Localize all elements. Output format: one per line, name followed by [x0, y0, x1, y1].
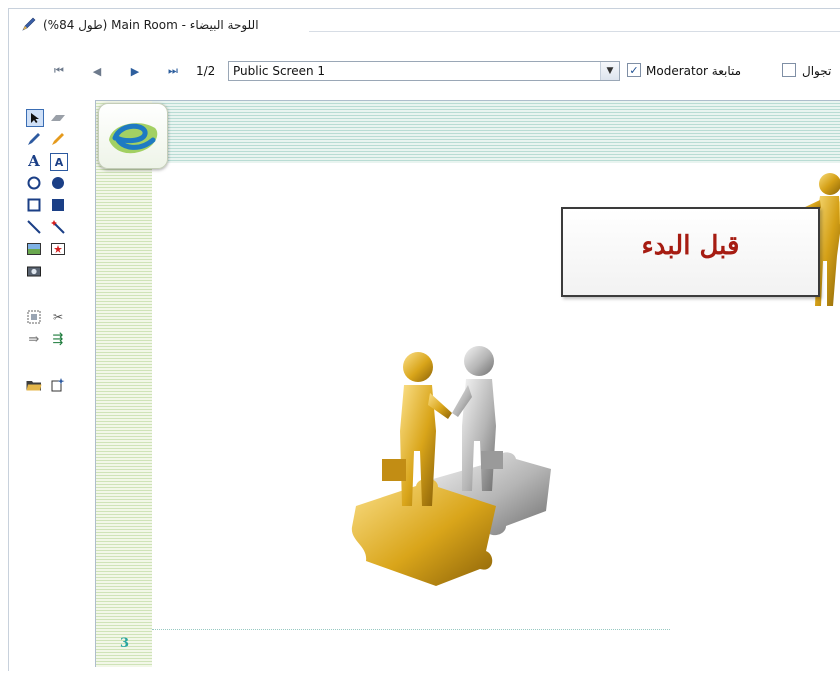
whiteboard-canvas[interactable]: قبل البدء 3 — [95, 100, 840, 667]
roaming-label: تجوال — [802, 64, 832, 78]
text-tool[interactable]: A — [26, 153, 42, 169]
circle-outline-icon — [27, 176, 41, 190]
folder-icon — [26, 381, 42, 391]
page-indicator: 1/2 — [196, 64, 216, 78]
image-icon — [27, 243, 41, 255]
chevron-down-icon[interactable]: ▼ — [600, 62, 619, 80]
textbox-icon: A — [54, 155, 64, 169]
magic-wand-tool[interactable] — [50, 219, 66, 235]
slide-footer-line — [152, 629, 670, 630]
moderator-checkbox[interactable]: ✓ — [627, 63, 641, 77]
rect-filled-tool[interactable] — [50, 197, 66, 213]
cut-icon: ✂ — [52, 310, 64, 324]
prev-page-button[interactable]: ◀ — [89, 63, 105, 79]
ellipse-outline-tool[interactable] — [26, 175, 42, 191]
circle-filled-icon — [52, 177, 64, 189]
text-icon: A — [28, 151, 40, 170]
handshake-puzzle-illustration — [351, 346, 551, 586]
moderator-label: Moderator متابعة — [646, 64, 742, 78]
insert-image-tool[interactable] — [26, 241, 42, 257]
prev-icon: ◀ — [92, 64, 102, 78]
delete-tool[interactable]: ✂ — [50, 309, 66, 325]
camera-icon — [27, 266, 41, 277]
title-bar: اللوحة البيضاء - Main Room (طول 84%) — [21, 15, 259, 35]
eraser-icon — [51, 115, 65, 121]
line-icon — [27, 220, 41, 234]
redo-tool[interactable]: ⇶ — [50, 331, 66, 347]
pen-icon — [21, 16, 37, 35]
select-all-tool[interactable] — [26, 309, 42, 325]
slide-page-number: 3 — [120, 636, 130, 651]
undo-tool[interactable]: ⇛ — [26, 331, 42, 347]
slide-title: قبل البدء — [641, 231, 740, 261]
new-page-icon — [51, 378, 65, 392]
new-page-tool[interactable] — [50, 377, 66, 393]
first-icon: ⏮ — [54, 64, 64, 77]
pen-tool[interactable] — [26, 131, 42, 147]
highlighter-icon — [52, 133, 64, 145]
pen-icon — [28, 133, 40, 145]
screen-select[interactable]: Public Screen 1 ▼ — [228, 61, 620, 81]
redo-icon: ⇶ — [52, 331, 64, 347]
open-file-tool[interactable] — [26, 377, 42, 393]
textbox-tool[interactable]: A — [50, 153, 68, 171]
roaming-checkbox[interactable] — [782, 63, 796, 77]
window-title: اللوحة البيضاء - Main Room (طول 84%) — [43, 18, 259, 32]
snapshot-tool[interactable] — [26, 263, 42, 279]
ellipse-filled-tool[interactable] — [50, 175, 66, 191]
title-divider — [309, 31, 840, 32]
navigation-toolbar: ⏮ ◀ ▶ ⏭ 1/2 Public Screen 1 ▼ ✓ Moderato… — [9, 59, 840, 83]
slide-header-stripes — [96, 101, 840, 163]
last-page-button[interactable]: ⏭ — [165, 63, 181, 79]
tools-panel: A A ✂ ⇛ ⇶ — [26, 109, 86, 489]
highlighter-tool[interactable] — [50, 131, 66, 147]
rect-outline-tool[interactable] — [26, 197, 42, 213]
slide-sign: قبل البدء — [561, 207, 820, 297]
next-icon: ▶ — [130, 64, 140, 78]
square-filled-icon — [52, 199, 64, 211]
clipart-icon — [51, 243, 65, 255]
undo-icon: ⇛ — [28, 331, 40, 347]
last-icon: ⏭ — [168, 64, 178, 77]
magic-wand-icon — [51, 220, 65, 234]
next-page-button[interactable]: ▶ — [127, 63, 143, 79]
line-tool[interactable] — [26, 219, 42, 235]
square-outline-icon — [27, 198, 41, 212]
eraser-tool[interactable] — [50, 109, 66, 125]
arrow-icon — [31, 113, 39, 123]
select-area-icon — [27, 310, 41, 324]
whiteboard-window: اللوحة البيضاء - Main Room (طول 84%) ⏮ ◀… — [8, 8, 840, 671]
screen-select-value: Public Screen 1 — [233, 64, 326, 78]
company-logo — [98, 103, 168, 169]
check-icon: ✓ — [629, 63, 639, 77]
select-tool[interactable] — [26, 109, 44, 127]
first-page-button[interactable]: ⏮ — [51, 63, 67, 79]
insert-clipart-tool[interactable] — [50, 241, 66, 257]
slide-side-stripes — [96, 101, 152, 667]
